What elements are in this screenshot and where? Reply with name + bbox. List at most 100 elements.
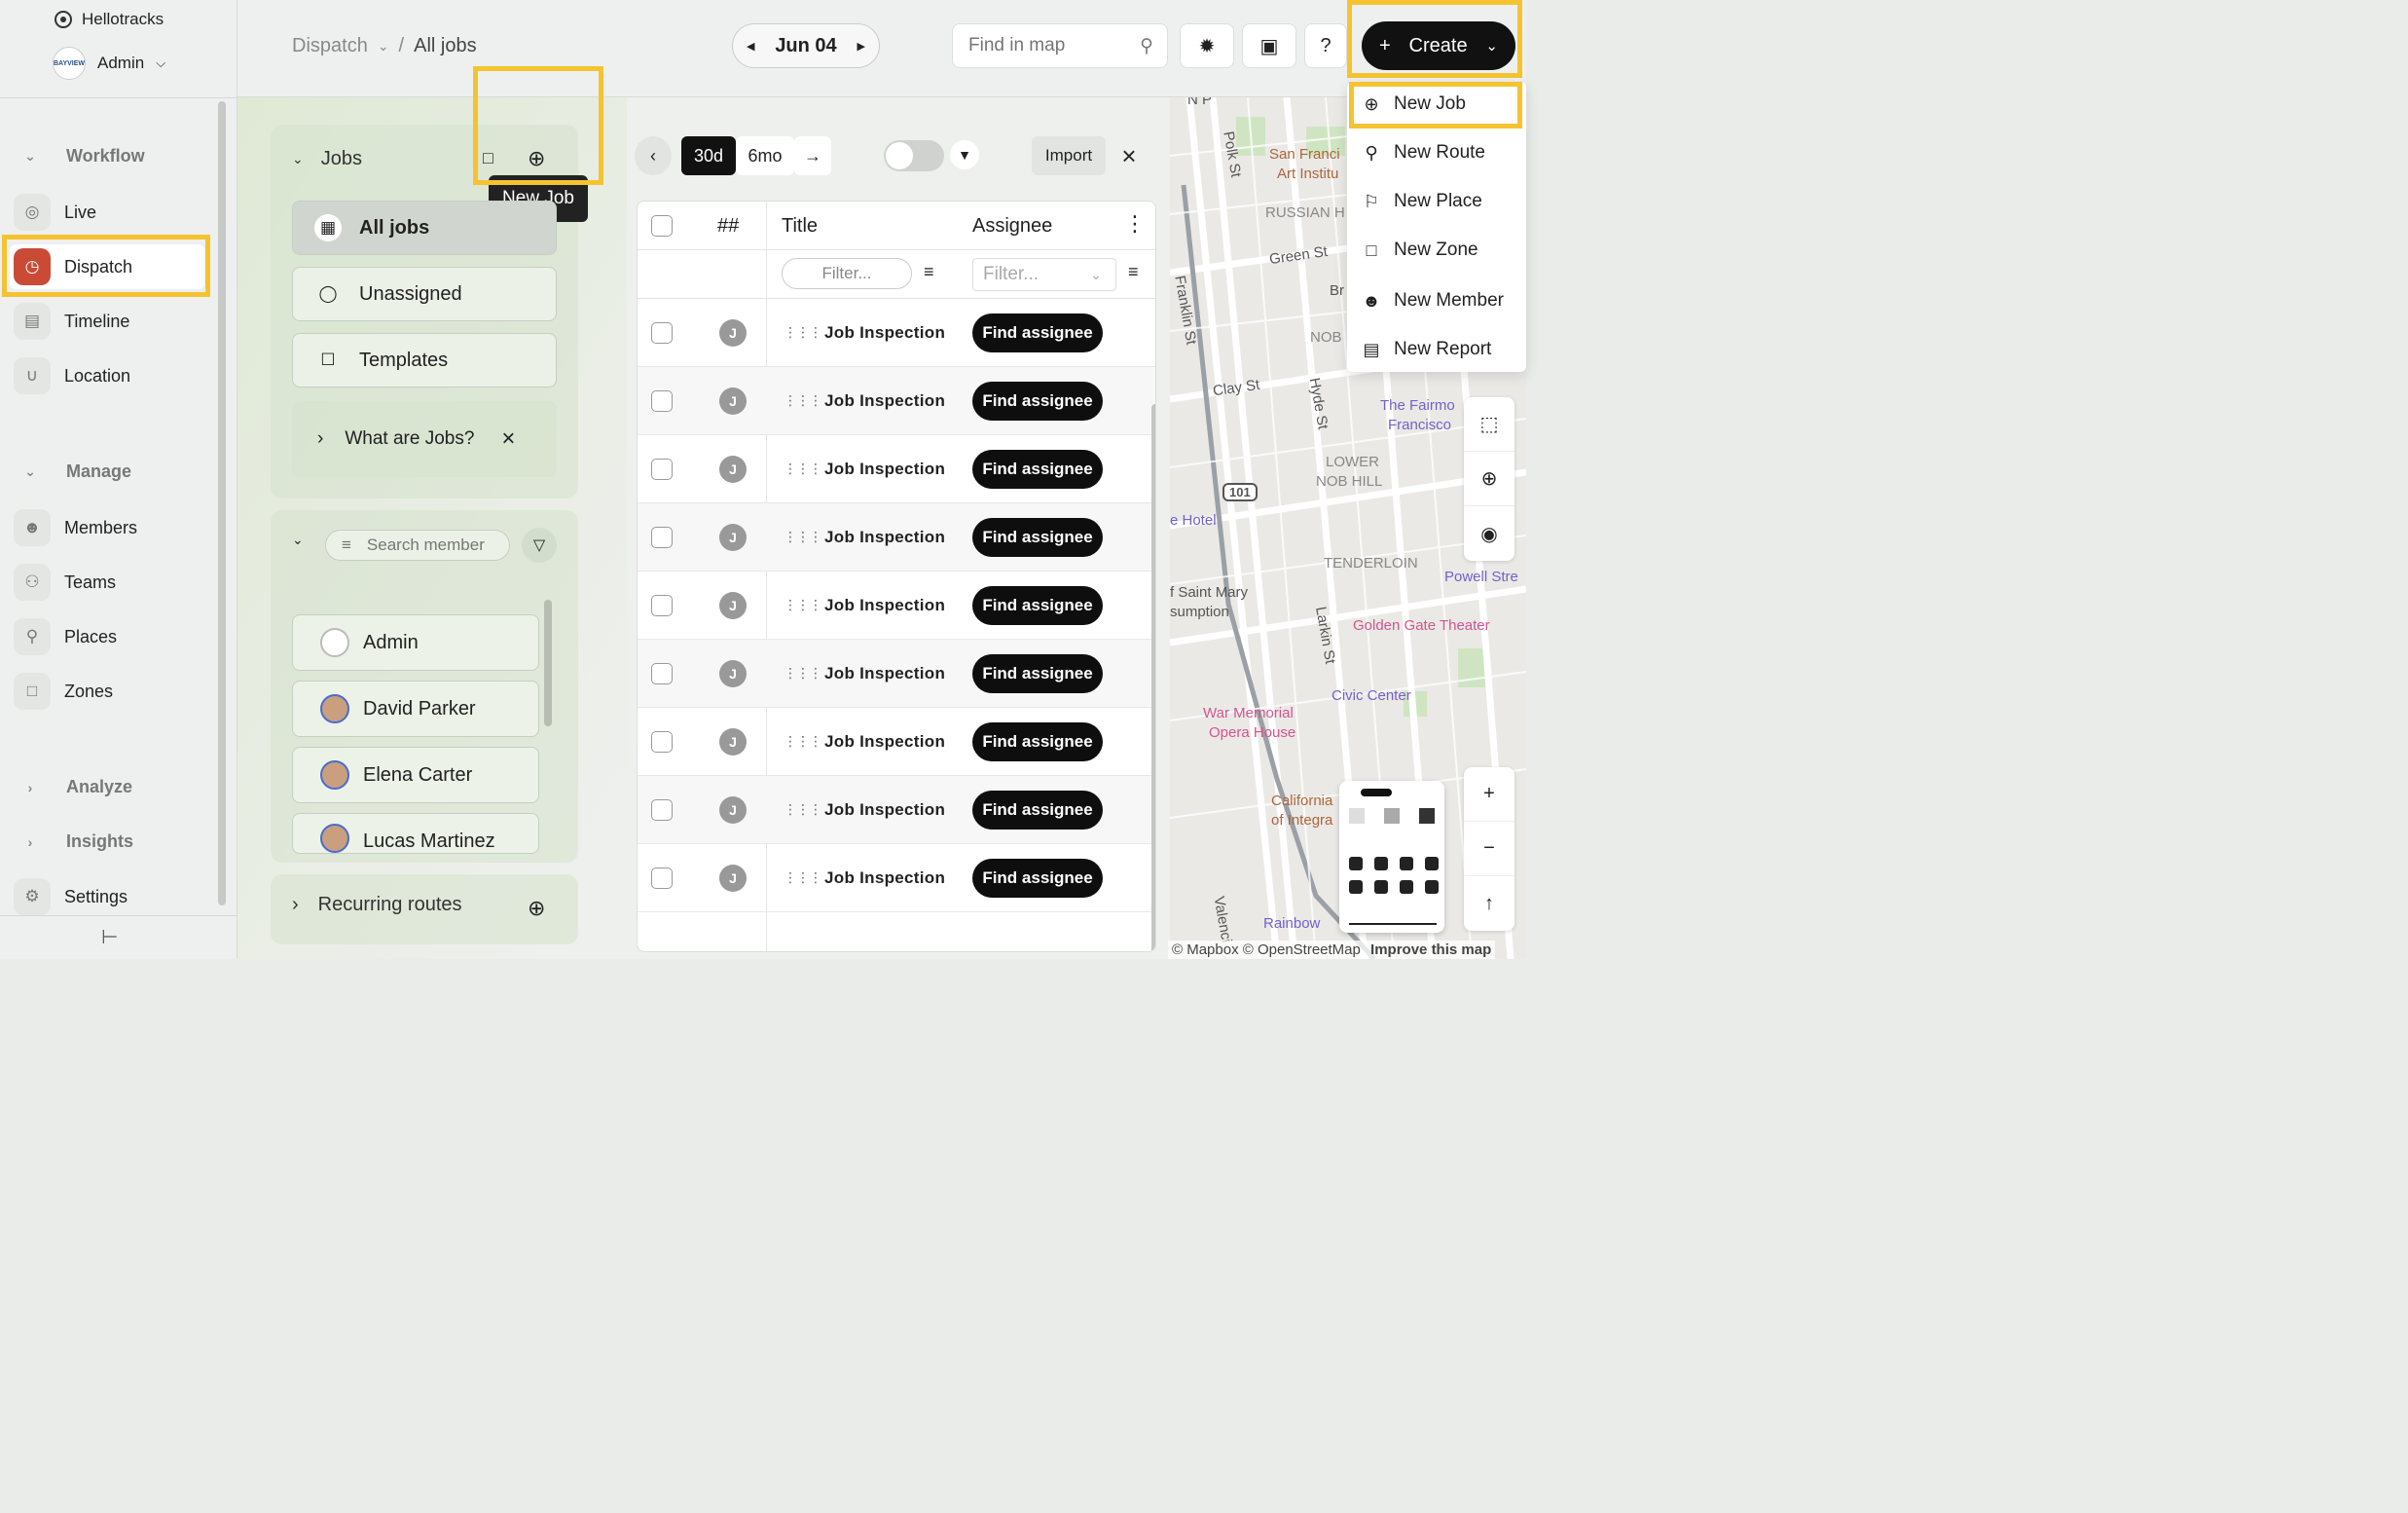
next-range-button[interactable]: → (794, 136, 831, 175)
title-filter-input[interactable]: Filter... (782, 258, 912, 289)
what-are-jobs[interactable]: › What are Jobs? × (292, 401, 557, 477)
row-checkbox[interactable] (651, 390, 673, 412)
table-scrollbar[interactable] (1151, 404, 1155, 951)
sidebar-item-members[interactable]: ☻ Members (10, 505, 204, 550)
sidebar-item-places[interactable]: ⚲ Places (10, 614, 204, 659)
job-title[interactable]: Job Inspection (824, 800, 945, 820)
drag-handle-icon[interactable]: ⋮⋮⋮ (784, 801, 822, 818)
menu-item-new-route[interactable]: ⚲ New Route (1361, 142, 1485, 164)
add-point-icon[interactable]: ⊕ (1464, 452, 1514, 506)
row-checkbox[interactable] (651, 527, 673, 548)
create-button[interactable]: + Create ⌄ (1362, 21, 1515, 70)
sidebar-item-settings[interactable]: ⚙ Settings (10, 874, 204, 919)
sidebar-scrollbar[interactable] (218, 101, 226, 905)
job-title[interactable]: Job Inspection (824, 732, 945, 752)
drag-handle-icon[interactable]: ⋮⋮⋮ (784, 529, 822, 545)
find-in-map-input[interactable] (968, 35, 1124, 56)
close-panel-button[interactable]: × (1110, 136, 1149, 175)
row-checkbox[interactable] (651, 867, 673, 889)
add-job-icon[interactable]: ⊕ (528, 146, 545, 171)
sidebar-item-location[interactable]: ∪ Location (10, 353, 204, 398)
sidebar-item-live[interactable]: ◎ Live (10, 190, 204, 235)
sidebar-item-zones[interactable]: □ Zones (10, 669, 204, 714)
row-checkbox[interactable] (651, 459, 673, 480)
table-row[interactable]: J ⋮⋮⋮ Job Inspection Find assignee (638, 776, 1155, 844)
job-title[interactable]: Job Inspection (824, 391, 945, 411)
row-checkbox[interactable] (651, 731, 673, 753)
lasso-select-icon[interactable]: ⬚ (1464, 397, 1514, 452)
find-assignee-button[interactable]: Find assignee (972, 791, 1103, 830)
chat-button[interactable]: ▣ (1242, 23, 1296, 68)
drag-handle-icon[interactable]: ⋮⋮⋮ (784, 324, 822, 341)
breadcrumb-dispatch[interactable]: Dispatch (292, 35, 368, 57)
member-admin[interactable]: Admin (292, 614, 539, 671)
improve-map-link[interactable]: Improve this map (1370, 941, 1491, 958)
select-all-checkbox[interactable] (651, 215, 673, 237)
attribution-text[interactable]: © Mapbox © OpenStreetMap (1172, 941, 1361, 958)
menu-item-new-job[interactable]: ⊕ New Job (1361, 93, 1465, 115)
member-lucas-martinez[interactable]: Lucas Martinez (292, 813, 539, 854)
assignee-filter-select[interactable]: Filter... ⌄ (972, 258, 1116, 291)
find-assignee-button[interactable]: Find assignee (972, 586, 1103, 625)
row-checkbox[interactable] (651, 322, 673, 344)
filter-lines-icon[interactable]: ≡ (924, 262, 934, 282)
ai-assistant-button[interactable]: ✹ (1180, 23, 1234, 68)
prev-day-icon[interactable]: ◀ (747, 40, 754, 53)
column-menu-icon[interactable]: ⋮ (1124, 211, 1146, 237)
job-title[interactable]: Job Inspection (824, 460, 945, 479)
find-assignee-button[interactable]: Find assignee (972, 859, 1103, 898)
member-elena-carter[interactable]: Elena Carter (292, 747, 539, 803)
sidebar-item-dispatch[interactable]: ◷ Dispatch (10, 244, 204, 289)
drag-handle-icon[interactable]: ⋮⋮⋮ (784, 461, 822, 477)
jobs-header[interactable]: ⌄ Jobs (292, 148, 362, 170)
col-assignee[interactable]: Assignee (972, 215, 1052, 238)
help-button[interactable]: ? (1304, 23, 1347, 68)
list-all-jobs[interactable]: ▦ All jobs (292, 201, 557, 255)
table-row[interactable]: J ⋮⋮⋮ Job Inspection Find assignee (638, 640, 1155, 708)
account-switcher[interactable]: BAYVIEW Admin ⌵ (53, 47, 165, 80)
job-title[interactable]: Job Inspection (824, 596, 945, 615)
drag-handle-icon[interactable]: ⋮⋮⋮ (784, 665, 822, 682)
drag-handle-icon[interactable]: ⋮⋮⋮ (784, 392, 822, 409)
col-title[interactable]: Title (782, 215, 818, 238)
close-icon[interactable]: × (501, 425, 515, 453)
member-david-parker[interactable]: David Parker (292, 681, 539, 737)
members-scrollbar[interactable] (544, 600, 552, 726)
chevron-down-icon[interactable]: ⌄ (292, 532, 304, 548)
job-title[interactable]: Job Inspection (824, 528, 945, 547)
next-day-icon[interactable]: ▶ (857, 40, 865, 53)
table-row[interactable]: J ⋮⋮⋮ Job Inspection Find assignee (638, 708, 1155, 776)
section-analyze[interactable]: › Analyze (19, 777, 132, 797)
chevron-down-icon[interactable]: ⌄ (378, 38, 389, 55)
compass-icon[interactable]: ↑ (1464, 876, 1514, 931)
range-30d-button[interactable]: 30d (681, 136, 736, 175)
row-checkbox[interactable] (651, 595, 673, 616)
row-checkbox[interactable] (651, 663, 673, 684)
find-assignee-button[interactable]: Find assignee (972, 654, 1103, 693)
find-assignee-button[interactable]: Find assignee (972, 450, 1103, 489)
toggle-switch[interactable] (884, 140, 944, 171)
menu-item-new-report[interactable]: ▤ New Report (1361, 339, 1491, 360)
member-filter-button[interactable]: ▽ (522, 528, 557, 563)
drag-handle-icon[interactable]: ⋮⋮⋮ (784, 733, 822, 750)
section-insights[interactable]: › Insights (19, 831, 133, 852)
scan-icon[interactable]: □ (483, 148, 493, 168)
import-button[interactable]: Import (1032, 136, 1106, 175)
range-6mo-button[interactable]: 6mo (736, 136, 794, 175)
search-member-field[interactable]: ≡ Search member (325, 530, 510, 561)
section-workflow[interactable]: ⌄ Workflow (19, 146, 145, 166)
col-number[interactable]: ## (717, 215, 739, 238)
row-checkbox[interactable] (651, 799, 673, 821)
find-assignee-button[interactable]: Find assignee (972, 314, 1103, 352)
find-assignee-button[interactable]: Find assignee (972, 722, 1103, 761)
sidebar-item-teams[interactable]: ⚇ Teams (10, 560, 204, 605)
table-row[interactable]: J ⋮⋮⋮ Job Inspection Find assignee (638, 299, 1155, 367)
table-row[interactable]: J ⋮⋮⋮ Job Inspection Find assignee (638, 367, 1155, 435)
sidebar-item-timeline[interactable]: ▤ Timeline (10, 299, 204, 344)
job-title[interactable]: Job Inspection (824, 868, 945, 888)
find-assignee-button[interactable]: Find assignee (972, 382, 1103, 421)
zoom-out-icon[interactable]: − (1464, 822, 1514, 876)
table-row[interactable]: J ⋮⋮⋮ Job Inspection Find assignee (638, 572, 1155, 640)
job-title[interactable]: Job Inspection (824, 664, 945, 683)
filter-button[interactable]: ▼ (950, 140, 979, 169)
